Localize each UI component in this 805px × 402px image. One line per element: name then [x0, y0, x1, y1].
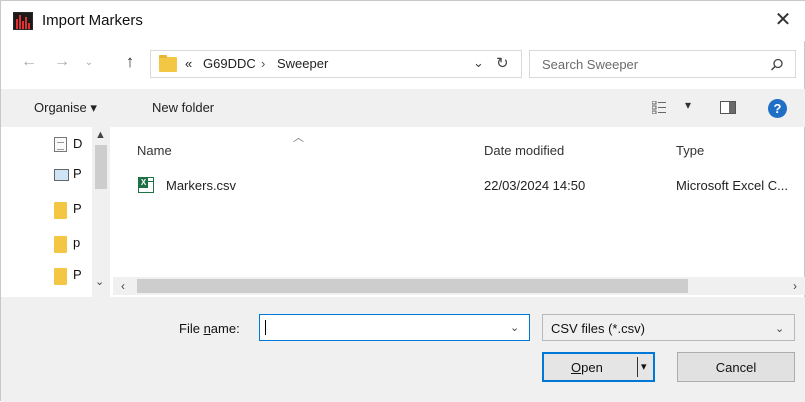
file-date-modified: 22/03/2024 14:50 [484, 178, 586, 193]
column-header-type[interactable]: Type [676, 143, 704, 158]
up-arrow-icon[interactable]: ↑ [120, 52, 140, 72]
address-dropdown-chevron-icon[interactable]: ⌄ [473, 55, 484, 71]
folder-icon [54, 202, 67, 219]
close-icon[interactable]: ✕ [771, 10, 795, 32]
text-caret [265, 320, 266, 335]
open-button[interactable]: Open ▾ [542, 352, 655, 382]
organise-menu[interactable]: Organise ▾ [34, 100, 97, 116]
file-type-filter-select[interactable]: CSV files (*.csv) ⌄ [542, 314, 795, 341]
open-button-label: Open [571, 360, 603, 375]
file-name: Markers.csv [166, 178, 237, 193]
scroll-right-icon[interactable]: › [793, 279, 797, 293]
column-header-name[interactable]: Name [137, 143, 172, 158]
filter-dropdown-chevron-icon[interactable]: ⌄ [775, 322, 784, 335]
search-icon [770, 58, 783, 71]
scroll-up-icon[interactable]: ▲ [95, 129, 106, 141]
new-folder-button[interactable]: New folder [152, 100, 214, 115]
excel-csv-file-icon [138, 177, 154, 193]
cancel-button[interactable]: Cancel [677, 352, 795, 382]
forward-arrow-icon[interactable]: → [52, 53, 72, 71]
file-name-dropdown-chevron-icon[interactable]: ⌄ [510, 321, 519, 334]
footer-panel [1, 297, 805, 402]
app-icon [13, 12, 33, 30]
split-divider [637, 357, 638, 377]
column-header-date-modified[interactable]: Date modified [484, 143, 564, 158]
file-type: Microsoft Excel C... [676, 178, 788, 193]
breadcrumb-g69ddc[interactable]: G69DDC [203, 56, 256, 71]
view-options-icon[interactable] [652, 101, 666, 114]
nav-item-label: P [73, 267, 82, 282]
folder-icon [159, 55, 177, 72]
breadcrumb-separator: › [261, 56, 266, 71]
nav-item-label: P [73, 166, 82, 181]
folder-icon [54, 268, 67, 285]
back-arrow-icon[interactable]: ← [19, 53, 39, 71]
navigation-bar: ← → ⌄ ↑ « G69DDC › Sweeper ⌄ ↻ Search Sw… [1, 45, 805, 85]
view-dropdown-caret-icon[interactable]: ▾ [685, 98, 691, 112]
import-markers-dialog: Import Markers ✕ ← → ⌄ ↑ « G69DDC › Swee… [0, 0, 805, 402]
navigation-pane-scrollbar[interactable]: ▲ ⌄ [92, 127, 110, 297]
window-title: Import Markers [42, 12, 143, 29]
title-bar: Import Markers ✕ [1, 1, 805, 41]
file-list-horizontal-scrollbar[interactable]: ‹ › [113, 277, 805, 295]
folder-icon [54, 236, 67, 253]
pictures-icon [54, 169, 69, 181]
cancel-button-label: Cancel [715, 360, 757, 375]
refresh-icon[interactable]: ↻ [496, 54, 509, 72]
sort-ascending-icon: ︿ [293, 132, 304, 144]
breadcrumb-sweeper[interactable]: Sweeper [277, 56, 328, 71]
search-box[interactable]: Search Sweeper [529, 50, 796, 78]
file-name-input[interactable]: ⌄ [259, 314, 530, 341]
document-icon [54, 137, 67, 152]
nav-item-label: D [73, 136, 83, 151]
command-toolbar: Organise ▾ New folder ▾ ? [1, 89, 805, 127]
recent-locations-chevron-icon[interactable]: ⌄ [79, 57, 99, 68]
address-bar[interactable]: « G69DDC › Sweeper ⌄ ↻ [150, 50, 522, 78]
file-type-filter-value: CSV files (*.csv) [551, 321, 645, 336]
nav-item-label: P [73, 201, 82, 216]
help-icon[interactable]: ? [768, 99, 787, 118]
scroll-left-icon[interactable]: ‹ [121, 279, 125, 293]
scrollbar-thumb[interactable] [137, 279, 688, 293]
nav-item-label: p [73, 235, 81, 250]
file-name-label: File name: [179, 321, 240, 336]
open-options-caret-icon[interactable]: ▾ [641, 360, 647, 373]
breadcrumb-overflow[interactable]: « [185, 56, 192, 71]
search-placeholder: Search Sweeper [542, 57, 639, 72]
preview-pane-icon[interactable] [720, 101, 736, 114]
scrollbar-thumb[interactable] [95, 145, 107, 189]
file-row[interactable]: Markers.csv 22/03/2024 14:50 Microsoft E… [113, 171, 805, 197]
scroll-down-icon[interactable]: ⌄ [95, 275, 104, 288]
